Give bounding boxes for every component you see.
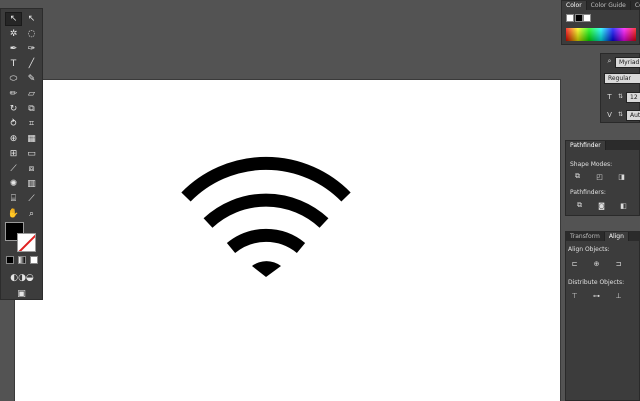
pathfinder-panel: Pathfinder Shape Modes: ⧉ ◰ ◨ Pathfinder…: [565, 140, 640, 216]
color-panel: Color Color Guide Co: [561, 0, 640, 45]
mesh-tool-icon[interactable]: ⊞: [5, 147, 22, 161]
distribute-top-icon[interactable]: ⊤: [569, 291, 580, 300]
tools-panel: ↖ ↖ ✲ ◌ ✒ ✑ T ╱ ⬭ ✎ ✏ ▱ ↻ ⧉ ⥁ ⌗ ⊕ ▦ ⊞ ▭ …: [0, 8, 43, 300]
align-left-icon[interactable]: ⊏: [569, 259, 580, 268]
rotate-tool-icon[interactable]: ↻: [5, 102, 22, 116]
column-graph-tool-icon[interactable]: ▥: [23, 177, 40, 191]
eraser-tool-icon[interactable]: ▱: [23, 87, 40, 101]
wifi-arc-middle: [203, 193, 329, 228]
curvature-tool-icon[interactable]: ✑: [23, 42, 40, 56]
paintbrush-tool-icon[interactable]: ✎: [23, 72, 40, 86]
free-transform-tool-icon[interactable]: ⌗: [23, 117, 40, 131]
type-tool-icon[interactable]: T: [5, 57, 22, 71]
color-black-swatch[interactable]: [575, 14, 583, 22]
tab-transform[interactable]: Transform: [566, 232, 605, 241]
wifi-icon[interactable]: [181, 156, 351, 254]
symbol-sprayer-tool-icon[interactable]: ✺: [5, 177, 22, 191]
line-tool-icon[interactable]: ╱: [23, 57, 40, 71]
stepper-icon[interactable]: ⇅: [615, 92, 626, 101]
intersect-icon[interactable]: ◨: [616, 172, 627, 181]
artboard[interactable]: [15, 80, 560, 401]
ellipse-tool-icon[interactable]: ⬭: [5, 72, 22, 86]
kerning-stepper-icon[interactable]: ⇅: [615, 110, 626, 119]
stroke-color-swatch[interactable]: [17, 233, 36, 252]
divide-icon[interactable]: ⧉: [574, 201, 585, 210]
scale-tool-icon[interactable]: ⧉: [23, 102, 40, 116]
blend-tool-icon[interactable]: ⧈: [23, 162, 40, 176]
shape-builder-tool-icon[interactable]: ⊕: [5, 132, 22, 146]
align-objects-label: Align Objects:: [568, 246, 610, 253]
distribute-objects-label: Distribute Objects:: [568, 279, 625, 286]
pencil-tool-icon[interactable]: ✏: [5, 87, 22, 101]
search-icon: ⌕: [607, 57, 612, 65]
wifi-dot[interactable]: [252, 261, 281, 277]
pathfinders-label: Pathfinders:: [570, 189, 606, 196]
align-center-icon[interactable]: ⊕: [591, 259, 602, 268]
distribute-bottom-icon[interactable]: ⊥: [613, 291, 624, 300]
align-right-icon[interactable]: ⊐: [613, 259, 624, 268]
shape-modes-label: Shape Modes:: [570, 161, 613, 168]
align-panel: Transform Align Align Objects: ⊏ ⊕ ⊐ Dis…: [565, 231, 640, 401]
distribute-center-icon[interactable]: ⊶: [591, 291, 602, 300]
none-mode-button[interactable]: [30, 256, 38, 264]
gradient-mode-button[interactable]: [18, 256, 26, 264]
pathfinder-tabs: Pathfinder: [566, 141, 639, 150]
trim-icon[interactable]: ◙: [596, 201, 607, 210]
warp-tool-icon[interactable]: ⥁: [5, 117, 22, 131]
direct-selection-tool-icon[interactable]: ↖: [23, 12, 40, 26]
color-panel-tabs: Color Color Guide Co: [562, 1, 640, 10]
color-spectrum[interactable]: [566, 28, 636, 41]
font-style-field[interactable]: Regular: [604, 73, 640, 84]
color-white-swatch[interactable]: [583, 14, 591, 22]
perspective-grid-tool-icon[interactable]: ▦: [23, 132, 40, 146]
artboard-tool-icon[interactable]: ⌸: [5, 192, 22, 206]
font-family-field[interactable]: Myriad P: [615, 57, 640, 68]
illustrator-window: ↖ ↖ ✲ ◌ ✒ ✑ T ╱ ⬭ ✎ ✏ ▱ ↻ ⧉ ⥁ ⌗ ⊕ ▦ ⊞ ▭ …: [0, 0, 640, 401]
lasso-tool-icon[interactable]: ◌: [23, 27, 40, 41]
wifi-arc-inner: [226, 229, 306, 254]
character-panel: ⌕ Myriad P Regular T ⇅ 12 p V ⇅ Auto: [600, 53, 640, 123]
drawing-modes-icon[interactable]: ◐◑◒: [5, 271, 39, 285]
font-size-field[interactable]: 12 p: [626, 92, 640, 103]
eyedropper-tool-icon[interactable]: ⟋: [5, 162, 22, 176]
artwork-canvas: [181, 156, 351, 277]
kerning-field[interactable]: Auto: [626, 110, 640, 121]
tab-align[interactable]: Align: [604, 232, 629, 241]
wifi-arc-outer: [181, 156, 351, 202]
minus-front-icon[interactable]: ◰: [594, 172, 605, 181]
tab-color[interactable]: Color: [562, 1, 587, 10]
zoom-tool-icon[interactable]: ⌕: [23, 207, 40, 221]
merge-icon[interactable]: ◧: [618, 201, 629, 210]
top-bar: [0, 0, 640, 8]
selection-tool-icon[interactable]: ↖: [5, 12, 22, 26]
color-mode-button[interactable]: [6, 256, 14, 264]
magic-wand-tool-icon[interactable]: ✲: [5, 27, 22, 41]
align-panel-tabs: Transform Align: [566, 232, 639, 241]
tab-color-guide[interactable]: Color Guide: [587, 1, 631, 10]
pen-tool-icon[interactable]: ✒: [5, 42, 22, 56]
hand-tool-icon[interactable]: ✋: [5, 207, 22, 221]
font-size-icon: T: [607, 92, 612, 101]
tab-color-other[interactable]: Co: [631, 1, 640, 10]
slice-tool-icon[interactable]: ⟋: [23, 192, 40, 206]
unite-icon[interactable]: ⧉: [572, 172, 583, 181]
screen-mode-icon[interactable]: ▣: [13, 287, 30, 301]
tab-pathfinder[interactable]: Pathfinder: [566, 141, 606, 150]
color-none-swatch[interactable]: [566, 14, 574, 22]
kerning-icon: V: [607, 110, 612, 119]
gradient-tool-icon[interactable]: ▭: [23, 147, 40, 161]
